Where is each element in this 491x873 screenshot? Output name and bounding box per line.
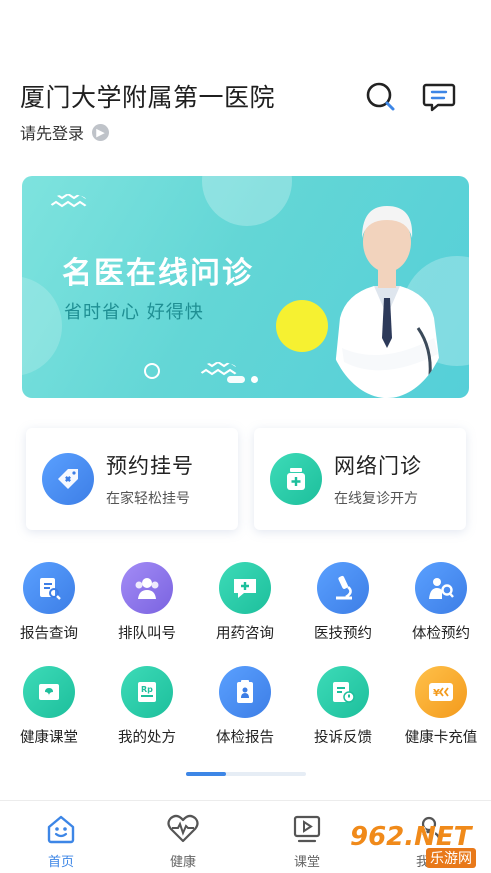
- queue-icon: [121, 562, 173, 614]
- grid-item-medtech[interactable]: 医技预约: [294, 562, 392, 643]
- svg-text:¥: ¥: [433, 688, 440, 699]
- grid-item-report-search[interactable]: 报告查询: [0, 562, 98, 643]
- grid-label: 排队叫号: [118, 626, 176, 642]
- promo-banner[interactable]: 名医在线问诊 省时省心 好得快: [22, 176, 469, 398]
- tab-classroom[interactable]: 课堂: [272, 813, 342, 870]
- card-subtitle: 在家轻松挂号: [106, 491, 190, 507]
- pager-dot-active: [227, 376, 245, 383]
- card-title: 预约挂号: [106, 454, 194, 478]
- report-search-icon: [23, 562, 75, 614]
- card-recharge-icon: ¥: [415, 666, 467, 718]
- appointment-card[interactable]: 预约挂号 在家轻松挂号: [26, 428, 238, 530]
- svg-text:Rp: Rp: [141, 685, 153, 694]
- grid-item-health-class[interactable]: 健康课堂: [0, 666, 98, 747]
- classroom-icon: [23, 666, 75, 718]
- grid-item-checkup-report[interactable]: 体检报告: [196, 666, 294, 747]
- grid-item-card-recharge[interactable]: ¥ 健康卡充值: [392, 666, 490, 747]
- hospital-title: 厦门大学附属第一医院: [20, 83, 276, 112]
- grid-item-queue[interactable]: 排队叫号: [98, 562, 196, 643]
- messages-button[interactable]: [422, 80, 456, 114]
- site-watermark: 962.NET 乐游网: [350, 822, 486, 868]
- grid-item-feedback[interactable]: 投诉反馈: [294, 666, 392, 747]
- microscope-icon: [317, 562, 369, 614]
- tab-health[interactable]: 健康: [148, 813, 218, 870]
- feedback-icon: [317, 666, 369, 718]
- grid-label: 用药咨询: [216, 626, 274, 642]
- person-search-icon: [415, 562, 467, 614]
- message-icon: [422, 83, 456, 112]
- grid-label: 体检预约: [412, 626, 470, 642]
- grid-label: 健康卡充值: [404, 730, 478, 746]
- grid-item-prescription[interactable]: Rp 我的处方: [98, 666, 196, 747]
- grid-item-checkup-appointment[interactable]: 体检预约: [392, 562, 490, 643]
- grid-pager: [186, 772, 306, 776]
- grid-label: 体检报告: [216, 730, 274, 746]
- grid-item-medication[interactable]: 用药咨询: [196, 562, 294, 643]
- prescription-icon: Rp: [121, 666, 173, 718]
- card-subtitle: 在线复诊开方: [334, 491, 418, 507]
- grid-label: 报告查询: [20, 626, 78, 642]
- chat-plus-icon: [219, 562, 271, 614]
- grid-pager-active: [186, 772, 226, 776]
- heartbeat-icon: [167, 814, 199, 843]
- login-link[interactable]: 请先登录 ▶: [20, 120, 110, 144]
- online-clinic-card[interactable]: 网络门诊 在线复诊开方: [254, 428, 466, 530]
- doctor-illustration: [332, 206, 444, 398]
- search-icon: [366, 82, 395, 111]
- card-title: 网络门诊: [334, 454, 422, 478]
- video-play-icon: [293, 815, 321, 843]
- checkup-report-icon: [219, 666, 271, 718]
- tab-home[interactable]: 首页: [26, 813, 96, 870]
- home-smile-icon: [47, 815, 75, 844]
- pager-dot: [251, 376, 258, 383]
- grid-label: 我的处方: [118, 730, 176, 746]
- chevron-right-icon: ▶: [92, 123, 110, 141]
- banner-title: 名医在线问诊: [62, 256, 254, 291]
- medicine-bottle-icon: [270, 453, 322, 505]
- tab-label: 健康: [169, 855, 196, 870]
- tag-icon: [42, 453, 94, 505]
- tab-label: 课堂: [293, 855, 320, 870]
- grid-label: 医技预约: [314, 626, 372, 642]
- grid-label: 投诉反馈: [314, 730, 372, 746]
- banner-pager: [227, 376, 258, 383]
- grid-label: 健康课堂: [20, 730, 78, 746]
- login-label: 请先登录: [20, 124, 85, 143]
- banner-subtitle: 省时省心 好得快: [64, 302, 204, 323]
- search-button[interactable]: [364, 80, 398, 114]
- watermark-subtext: 乐游网: [426, 848, 476, 868]
- zigzag-decoration-icon: [50, 194, 87, 208]
- tab-label: 首页: [47, 855, 74, 870]
